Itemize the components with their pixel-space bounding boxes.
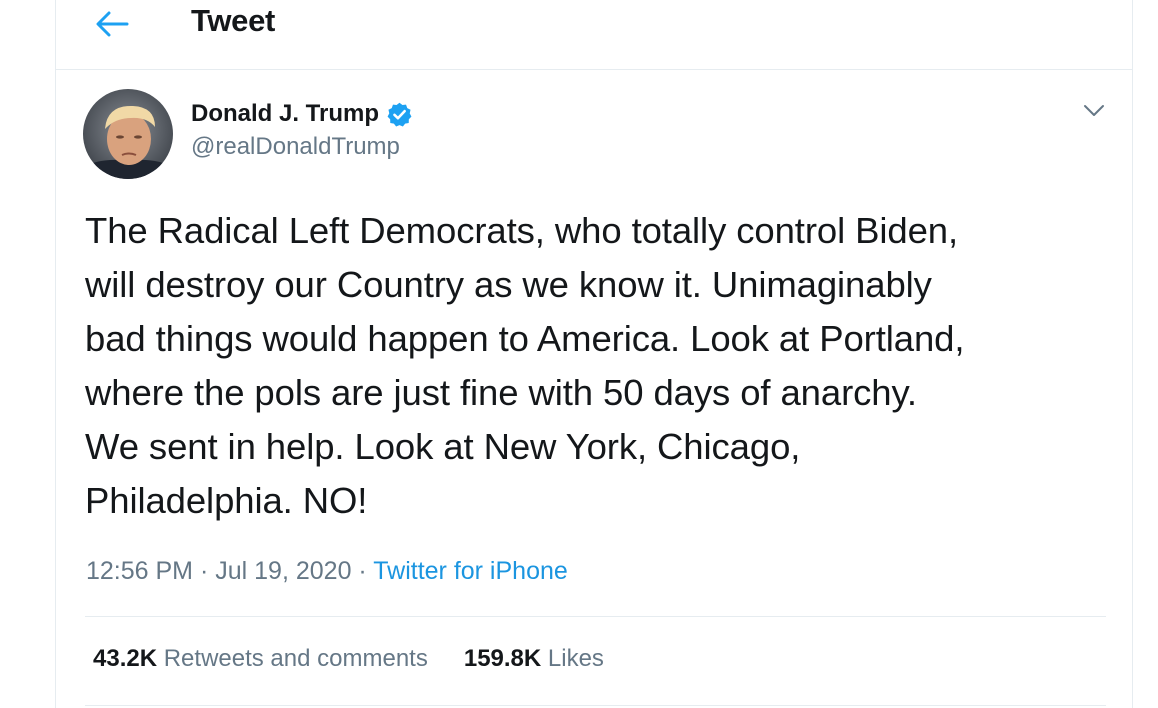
back-button[interactable] [90,4,134,44]
divider [85,616,1106,617]
tweet-text-line: Philadelphia. NO! [85,480,368,521]
tweet-source-link[interactable]: Twitter for iPhone [373,557,568,585]
tweet-time[interactable]: 12:56 PM [86,557,193,585]
tweet-text-line: The Radical Left Democrats, who totally … [85,210,959,251]
tweet-date[interactable]: Jul 19, 2020 [215,557,351,585]
likes-count: 159.8K [463,645,542,672]
author-name-row[interactable]: Donald J. Trump [191,97,413,131]
page-header: Tweet [56,0,1132,70]
meta-separator: · [358,557,374,585]
arrow-left-icon [96,11,129,37]
retweets-count: 43.2K [93,645,158,672]
tweet-metadata: 12:56 PM · Jul 19, 2020 · Twitter for iP… [86,557,568,586]
verified-badge-icon [386,101,413,128]
tweet-stats: 43.2K Retweets and comments 159.8K Likes [93,645,604,673]
tweet-text-line: will destroy our Country as we know it. … [85,264,932,305]
tweet-text: The Radical Left Democrats, who totally … [85,204,1115,528]
likes-label: Likes [547,645,604,672]
divider [85,705,1106,706]
tweet-text-line: bad things would happen to America. Look… [85,318,965,359]
likes-stat[interactable]: 159.8K Likes [464,645,604,673]
author-handle[interactable]: @realDonaldTrump [191,133,400,161]
author-name: Donald J. Trump [191,100,380,127]
retweets-stat[interactable]: 43.2K Retweets and comments [93,645,428,673]
page-title: Tweet [191,3,276,38]
retweets-label: Retweets and comments [163,645,428,672]
avatar[interactable] [83,89,173,179]
meta-separator: · [199,557,216,585]
tweet-text-line: where the pols are just fine with 50 day… [85,372,917,413]
chevron-down-icon [1084,105,1104,116]
tweet-column: Tweet Donald J. Trump @realDonaldTrump T… [55,0,1133,708]
more-options-button[interactable] [1079,96,1109,126]
tweet-text-line: We sent in help. Look at New York, Chica… [85,426,801,467]
